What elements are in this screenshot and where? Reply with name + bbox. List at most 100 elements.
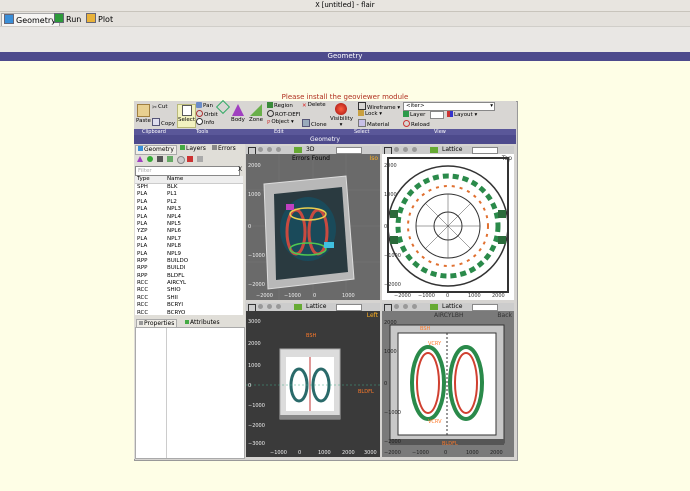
table-row[interactable]: PLA PL1 (135, 191, 243, 198)
plot-icon (86, 13, 96, 23)
layout-button[interactable]: Layout ▾ (447, 111, 477, 118)
cell-name: NPL5 (167, 220, 181, 227)
material-filter-icon[interactable] (187, 156, 193, 162)
pan-button[interactable]: Pan (196, 102, 213, 109)
table-row[interactable]: RCC BCRYI (135, 302, 243, 309)
body-button[interactable]: Body (230, 104, 246, 123)
clear-filter-button[interactable]: X (238, 166, 242, 173)
delete-button[interactable]: ✕Delete (302, 102, 326, 109)
filter-input[interactable]: Filter (135, 166, 240, 176)
delete-icon: ✕ (302, 103, 307, 109)
viewport-zoom-icon[interactable] (412, 147, 417, 152)
y-tick: −2000 (248, 282, 265, 288)
geometry-icon (4, 14, 14, 24)
iter-value: <iter> (406, 103, 425, 109)
viewport-zoom-icon[interactable] (276, 147, 281, 152)
table-row[interactable]: SPH BLK (135, 184, 243, 191)
table-row[interactable]: RCC BCRYO (135, 310, 243, 315)
tab-attributes[interactable]: Attributes (183, 319, 222, 326)
unit-filter-icon[interactable] (177, 156, 185, 164)
zone-filter-icon[interactable] (167, 156, 173, 162)
layer-select[interactable]: Layer (403, 111, 425, 118)
paste-button[interactable]: Paste (136, 104, 151, 124)
cell-type: RCC (137, 287, 149, 294)
object-filter-icon[interactable] (197, 156, 203, 162)
column-name[interactable]: Name (167, 176, 237, 183)
table-row[interactable]: RPP BLDFL (135, 273, 243, 280)
region-label: BSH (420, 326, 431, 332)
viewport-select[interactable] (336, 304, 362, 311)
y-tick: −3000 (248, 441, 265, 447)
viewport-top[interactable]: Lattice Top 2000 1000 0 −1000 −2000 −200… (382, 146, 514, 300)
iter-select[interactable]: <iter> ▾ (403, 102, 495, 111)
material-button[interactable]: Material (358, 119, 389, 128)
viewport-select[interactable] (336, 147, 362, 154)
cell-type: RCC (137, 280, 149, 287)
cut-button[interactable]: ✂Cut (152, 104, 168, 111)
install-message: Please install the geoviewer module (281, 93, 409, 101)
orbit-button[interactable]: Orbit (196, 110, 218, 118)
table-row[interactable]: PLA NPL4 (135, 214, 243, 221)
x-tick: 1000 (468, 293, 481, 299)
tab-errors[interactable]: Errors (210, 145, 238, 153)
table-row[interactable]: PLA NPL7 (135, 236, 243, 243)
tab-run[interactable]: Run (52, 13, 84, 25)
table-row[interactable]: PLA PL2 (135, 199, 243, 206)
table-row[interactable]: PLA NPL5 (135, 221, 243, 228)
viewport-pan-icon[interactable] (403, 304, 408, 309)
viewport-zoom-icon[interactable] (412, 304, 417, 309)
rot-defi-button[interactable]: ROT-DEFI (267, 110, 301, 118)
table-row[interactable]: RCC SHIO (135, 287, 243, 294)
tab-layers[interactable]: Layers (178, 145, 208, 153)
layer-icon (294, 147, 302, 153)
table-row[interactable]: RCC AIRCYL (135, 280, 243, 287)
region-label: VCRV (428, 419, 442, 425)
layer-filter-icon[interactable] (157, 156, 163, 162)
object-button[interactable]: PObject ▾ (267, 119, 294, 126)
viewport-pan-icon[interactable] (403, 147, 408, 152)
lock-button[interactable]: Lock ▾ (358, 110, 382, 117)
copy-button[interactable]: Copy (152, 118, 175, 127)
viewport-label: Lattice (442, 146, 463, 153)
region-label: BSH (306, 333, 317, 339)
viewport-select[interactable] (472, 147, 498, 154)
viewport-orbit-icon[interactable] (394, 304, 399, 309)
body-filter-icon[interactable] (137, 156, 143, 162)
viewport-orbit-icon[interactable] (258, 304, 263, 309)
cell-name: BUILDI (167, 265, 186, 272)
visibility-button[interactable]: Visibility ▾ (330, 103, 353, 128)
viewport-select[interactable] (472, 304, 498, 311)
tab-geometry-panel[interactable]: Geometry (135, 145, 177, 155)
viewport-label: Lattice (306, 303, 327, 310)
table-row[interactable]: RCC SHII (135, 295, 243, 302)
zone-button[interactable]: Zone (248, 104, 264, 123)
layer-dropdown[interactable] (430, 111, 444, 119)
table-row[interactable]: PLA NPL9 (135, 251, 243, 258)
tab-plot[interactable]: Plot (84, 13, 116, 25)
clone-button[interactable]: Clone (302, 119, 327, 128)
orbit-3d-button[interactable] (215, 99, 231, 115)
cell-type: RPP (137, 257, 148, 264)
viewport-pan-icon[interactable] (267, 304, 272, 309)
viewport-left[interactable]: Lattice Left BSH BLDFL 3000 2000 1000 0 … (246, 303, 380, 457)
table-row[interactable]: PLA NPL8 (135, 243, 243, 250)
table-row[interactable]: YZP NPL6 (135, 228, 243, 235)
viewport-pan-icon[interactable] (267, 147, 272, 152)
viewport-back[interactable]: Lattice AIRCYLBH Back BSH VCRY VCRV BLDF… (382, 303, 514, 457)
column-type[interactable]: Type (135, 176, 167, 183)
viewport-orbit-icon[interactable] (258, 147, 263, 152)
region-button[interactable]: Region (267, 102, 293, 109)
reload-button[interactable]: Reload (403, 120, 430, 128)
table-row[interactable]: PLA NPL3 (135, 206, 243, 213)
region-filter-icon[interactable] (147, 156, 153, 162)
y-tick: −1000 (384, 253, 401, 259)
table-row[interactable]: RPP BUILDI (135, 265, 243, 272)
viewport-orbit-icon[interactable] (394, 147, 399, 152)
viewport-3d[interactable]: 3D Errors Found Iso 2000 1000 0 −1000 −2… (246, 146, 380, 300)
table-row[interactable]: RPP BUILDO (135, 258, 243, 265)
info-button[interactable]: Info (196, 118, 214, 126)
select-button[interactable]: Select (177, 104, 196, 128)
viewport-corner-label: Iso (369, 155, 378, 162)
cell-name: NPL3 (167, 206, 181, 213)
viewport-zoom-icon[interactable] (276, 304, 281, 309)
